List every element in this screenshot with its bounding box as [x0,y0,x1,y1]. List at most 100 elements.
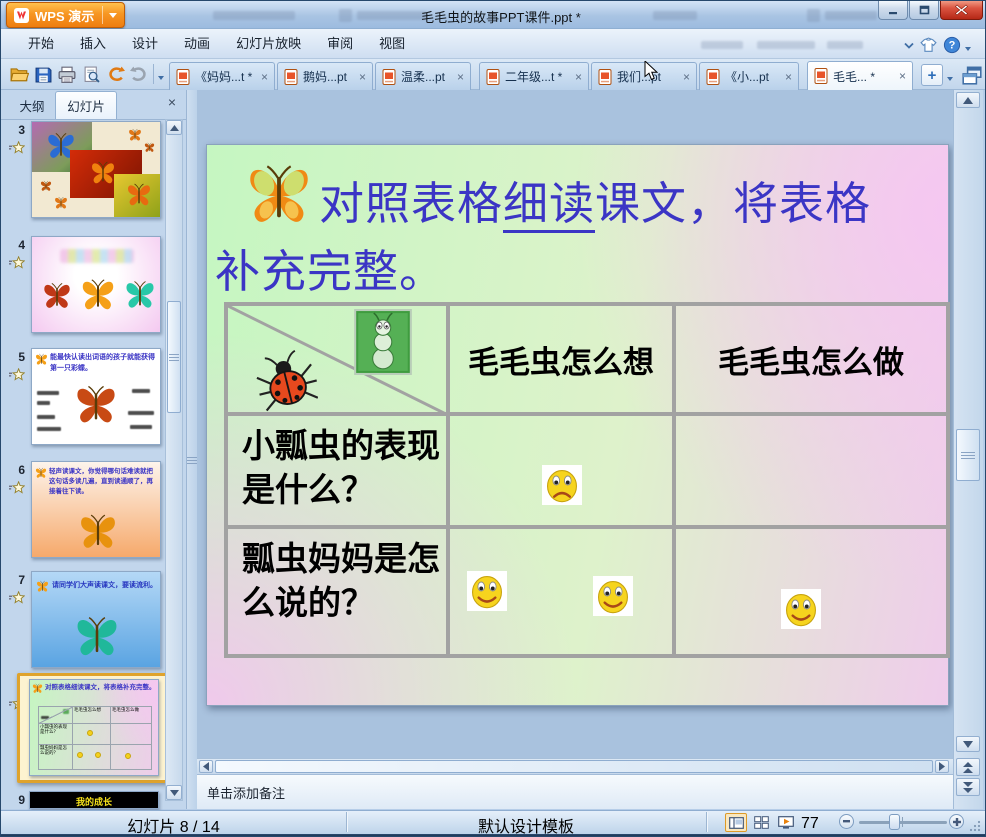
help-caret-icon[interactable] [965,47,971,54]
sad-face-image[interactable] [542,465,582,505]
slideshow-button[interactable] [775,813,797,832]
zoom-in-button[interactable] [949,814,964,829]
arrange-windows-button[interactable] [961,63,983,92]
menu-item-view[interactable]: 视图 [366,29,418,59]
doc-tab-close-button[interactable]: × [683,71,690,83]
tab-slides[interactable]: 幻灯片 [55,91,117,119]
sidebar-scroll-up-button[interactable] [166,120,182,135]
redo-button[interactable] [127,62,151,86]
menu-item-home[interactable]: 开始 [15,29,67,59]
sidebar-scroll-thumb[interactable] [167,301,181,413]
notes-area[interactable]: 单击添加备注 [197,774,953,809]
slide-thumbnail-8[interactable]: 对照表格细读课文，将表格补充完整。 毛毛虫怎么想 毛毛虫怎么做 小瓢虫的表现是什… [29,679,159,776]
slide-number: 9 [18,793,25,807]
doc-tab-active[interactable]: 毛毛... * × [807,61,913,90]
doc-tab-close-button[interactable]: × [261,71,268,83]
animation-star-icon[interactable] [9,481,25,494]
doc-tab[interactable]: 《妈妈...t * × [169,62,275,90]
close-button[interactable] [940,1,983,20]
caterpillar-image[interactable] [354,309,412,375]
doc-tab-close-button[interactable]: × [359,71,366,83]
minimize-button[interactable] [878,1,908,20]
scroll-up-button[interactable] [956,92,980,108]
doc-tab-close-button[interactable]: × [785,71,792,83]
slide-thumbnail-6[interactable]: 轻声读课文，你觉得哪句话难读就把这句话多读几遍，直到读通顺了，再接着往下读。 [31,461,161,558]
skin-button[interactable] [919,36,938,59]
print-button[interactable] [55,62,79,86]
slide-table[interactable]: 毛毛虫怎么想 毛毛虫怎么做 小瓢虫的表现是什么？ 瓢虫妈妈是怎么说的？ [224,302,950,658]
slide-panel-close-button[interactable]: × [163,94,181,110]
zoom-slider-track[interactable] [859,821,947,824]
smiley-face-image[interactable] [593,576,633,616]
panel-splitter[interactable] [187,90,197,809]
zoom-out-button[interactable] [839,814,854,829]
butterfly-image [80,514,116,549]
save-button[interactable] [31,62,55,86]
slide-number: 4 [18,238,25,252]
menu-item-design[interactable]: 设计 [119,29,171,59]
table-corner-cell[interactable] [228,306,450,416]
ladybug-image[interactable] [256,342,318,418]
table-header-do[interactable]: 毛毛虫怎么做 [676,306,946,416]
doc-tab[interactable]: 鹅妈...pt × [277,62,373,90]
animation-star-icon[interactable] [9,141,25,154]
normal-view-button[interactable] [725,813,747,832]
help-button[interactable]: ? [943,36,961,59]
doc-tab[interactable]: 温柔...pt × [375,62,471,90]
menu-item-insert[interactable]: 插入 [67,29,119,59]
table-header-think[interactable]: 毛毛虫怎么想 [450,306,676,416]
slide-thumbnail-5[interactable]: 能最快认读出词语的孩子就能获得第一只彩蝶。 [31,348,161,445]
animation-star-icon[interactable] [9,256,25,269]
table-cell-do-1[interactable] [676,416,946,529]
slide-title-line1[interactable]: 对照表格细读课文，将表格 [319,167,871,233]
slide-thumbnail-3[interactable] [31,121,161,218]
new-tab-caret-icon[interactable] [947,77,953,84]
ppt-doc-icon [176,68,190,85]
toolbar-divider [153,64,154,84]
animation-star-icon[interactable] [9,368,25,381]
smiley-face-image[interactable] [467,571,507,611]
scroll-left-button[interactable] [199,760,213,773]
vertical-scroll-thumb[interactable] [956,429,980,481]
doc-tab-label: 温柔...pt [401,70,446,84]
sidebar-scrollbar[interactable] [165,119,183,801]
arrow-down-icon [963,740,973,748]
animation-star-icon[interactable] [9,591,25,604]
next-slide-button[interactable] [956,778,980,796]
tab-outline[interactable]: 大纲 [9,91,55,119]
slide-canvas[interactable]: 对照表格细读课文，将表格 补充完整。 毛毛虫怎么想 毛毛虫怎么做 小瓢虫的表现是… [206,144,950,706]
open-button[interactable] [7,62,31,86]
slide-thumbnail-7[interactable]: 请同学们大声读课文，要读流利。 [31,571,161,668]
app-menu-button[interactable]: WPS 演示 [6,2,126,28]
new-tab-button[interactable]: + [921,64,943,86]
doc-tab[interactable]: 二年级...t * × [479,62,589,90]
print-preview-button[interactable] [79,62,103,86]
butterfly-icon[interactable] [245,157,313,233]
smiley-face-image[interactable] [781,589,821,629]
slide-thumbnail-4[interactable] [31,236,161,333]
menu-item-review[interactable]: 审阅 [314,29,366,59]
horizontal-scroll-thumb[interactable] [215,760,933,773]
table-question-2[interactable]: 瓢虫妈妈是怎么说的？ [228,529,450,654]
maximize-button[interactable] [909,1,939,20]
table-question-1[interactable]: 小瓢虫的表现是什么？ [228,416,450,529]
arrow-right-icon [939,762,945,771]
toolbar-more-caret-icon[interactable] [158,76,164,83]
menu-item-animation[interactable]: 动画 [171,29,223,59]
doc-tab-close-button[interactable]: × [457,71,464,83]
doc-tab[interactable]: 《小...pt × [699,62,799,90]
sidebar-scroll-down-button[interactable] [166,785,182,800]
zoom-slider-handle[interactable] [889,814,900,830]
scroll-right-button[interactable] [935,760,949,773]
scroll-down-button[interactable] [956,736,980,752]
undo-button[interactable] [103,62,127,86]
slide-thumbnail-9[interactable]: 我的成长 [29,791,159,809]
arrow-up-icon [169,124,179,131]
slide-sorter-view-button[interactable] [750,813,772,832]
menu-item-slideshow[interactable]: 幻灯片放映 [223,29,314,59]
doc-tab-close-button[interactable]: × [575,71,582,83]
slide-title-line2[interactable]: 补充完整。 [215,235,445,300]
previous-slide-button[interactable] [956,758,980,776]
ribbon-collapse-chevron-icon[interactable] [903,42,915,50]
doc-tab-close-button[interactable]: × [899,70,906,82]
